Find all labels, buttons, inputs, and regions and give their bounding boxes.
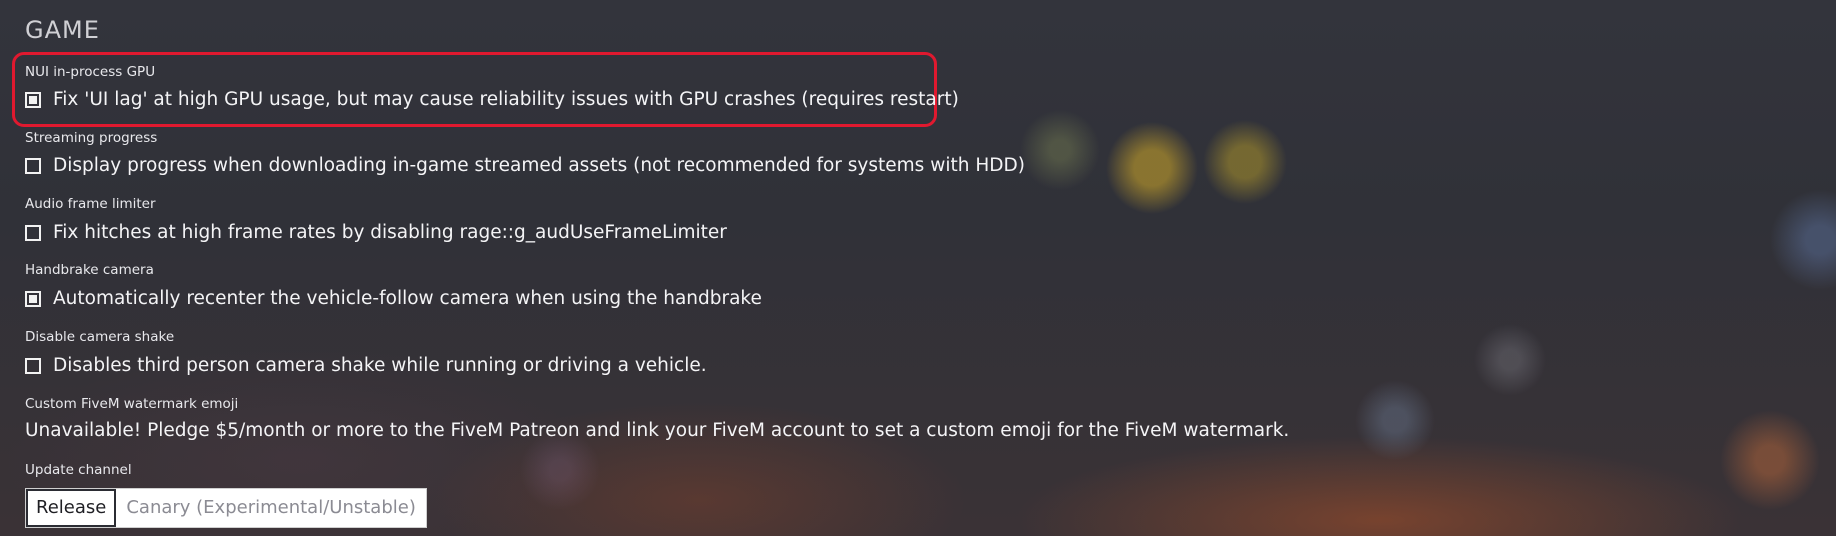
setting-label-camera-shake: Disable camera shake: [25, 329, 175, 345]
setting-row-handbrake-camera[interactable]: Automatically recenter the vehicle-follo…: [25, 288, 762, 309]
camera-shake-checkbox-label[interactable]: Disables third person camera shake while…: [53, 355, 707, 376]
setting-label-update-channel: Update channel: [25, 462, 132, 478]
setting-label-handbrake-camera: Handbrake camera: [25, 262, 154, 278]
handbrake-camera-checkbox[interactable]: [25, 290, 41, 307]
nui-gpu-checkbox-label[interactable]: Fix 'UI lag' at high GPU usage, but may …: [53, 89, 959, 110]
update-channel-option-release[interactable]: Release: [26, 489, 117, 527]
setting-row-nui-gpu[interactable]: Fix 'UI lag' at high GPU usage, but may …: [25, 89, 959, 110]
audio-frame-limiter-checkbox-label[interactable]: Fix hitches at high frame rates by disab…: [53, 222, 727, 243]
nui-gpu-checkbox[interactable]: [25, 91, 41, 108]
handbrake-camera-checkbox-label[interactable]: Automatically recenter the vehicle-follo…: [53, 288, 762, 309]
streaming-progress-checkbox-label[interactable]: Display progress when downloading in-gam…: [53, 155, 1025, 176]
setting-label-nui-gpu: NUI in-process GPU: [25, 64, 156, 80]
streaming-progress-checkbox[interactable]: [25, 157, 41, 174]
update-channel-selector: Release Canary (Experimental/Unstable): [25, 488, 427, 528]
setting-label-audio-frame-limiter: Audio frame limiter: [25, 196, 156, 212]
setting-label-watermark-emoji: Custom FiveM watermark emoji: [25, 396, 239, 412]
watermark-unavailable-text: Unavailable! Pledge $5/month or more to …: [25, 420, 1290, 441]
update-channel-option-canary[interactable]: Canary (Experimental/Unstable): [116, 489, 426, 527]
setting-row-camera-shake[interactable]: Disables third person camera shake while…: [25, 355, 707, 376]
camera-shake-checkbox[interactable]: [25, 357, 41, 374]
settings-panel: GAME NUI in-process GPU Fix 'UI lag' at …: [0, 0, 1836, 536]
setting-row-streaming-progress[interactable]: Display progress when downloading in-gam…: [25, 155, 1025, 176]
section-title: GAME: [25, 16, 100, 44]
audio-frame-limiter-checkbox[interactable]: [25, 224, 41, 241]
setting-row-audio-frame-limiter[interactable]: Fix hitches at high frame rates by disab…: [25, 222, 727, 243]
setting-label-streaming-progress: Streaming progress: [25, 130, 158, 146]
